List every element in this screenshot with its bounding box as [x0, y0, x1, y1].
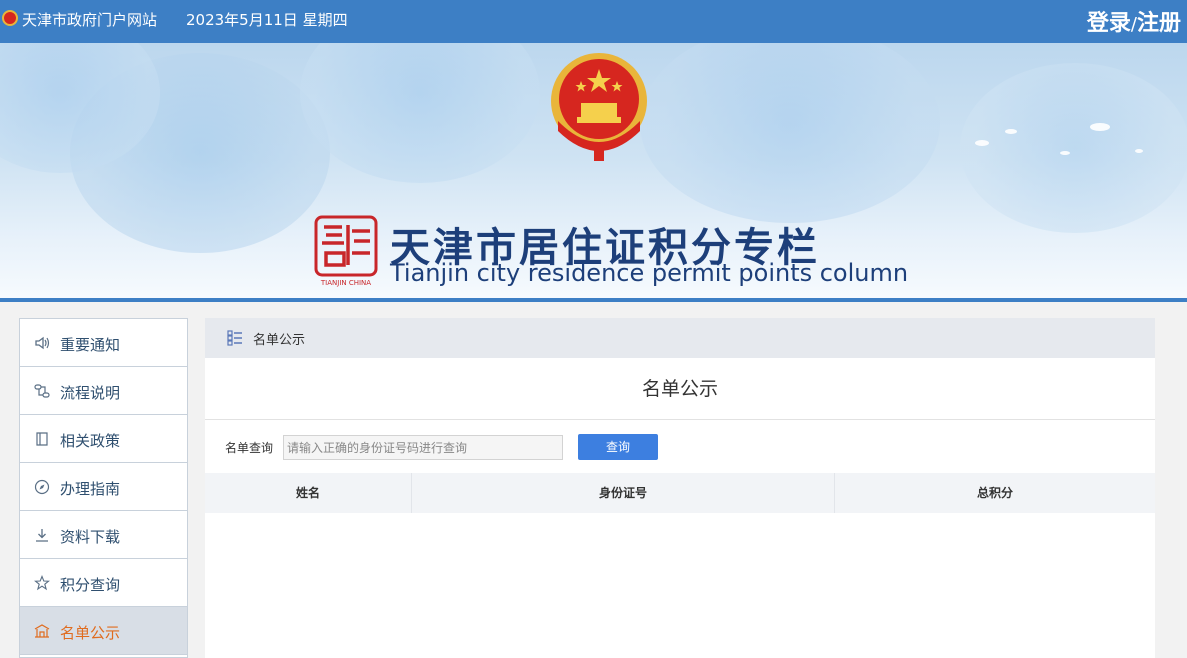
sidebar-item-important-notice[interactable]: 重要通知	[20, 319, 187, 367]
seal-caption: TIANJIN CHINA	[320, 279, 371, 287]
tianjin-seal-logo: TIANJIN CHINA	[314, 215, 378, 287]
sidebar-item-label: 资料下载	[60, 528, 121, 546]
search-bar: 名单查询 查询	[205, 430, 1155, 466]
list-icon	[227, 330, 242, 346]
download-icon	[34, 527, 50, 543]
breadcrumb-label: 名单公示	[253, 333, 306, 348]
current-date: 2023年5月11日 星期四	[186, 11, 348, 29]
sidebar-item-guide[interactable]: 办理指南	[20, 463, 187, 511]
sidebar-item-label: 办理指南	[60, 480, 121, 498]
bird-icon	[975, 140, 989, 146]
sidebar-item-label: 名单公示	[60, 624, 121, 642]
banner-flower	[300, 43, 540, 183]
banner-subtitle: Tianjin city residence permit points col…	[390, 259, 909, 287]
top-bar: 天津市政府门户网站 2023年5月11日 星期四 登录/注册	[0, 0, 1187, 43]
banner-flower	[960, 63, 1187, 233]
column-header-total-points: 总积分	[976, 486, 1013, 500]
building-icon	[34, 623, 50, 639]
login-link[interactable]: 登录	[1087, 11, 1131, 36]
star-icon	[34, 575, 50, 591]
breadcrumb: 名单公示	[205, 318, 1155, 358]
site-name-link[interactable]: 天津市政府门户网站	[22, 9, 157, 30]
column-header-name: 姓名	[205, 473, 412, 513]
bird-icon	[1060, 151, 1070, 155]
sidebar-item-list-publicity[interactable]: 名单公示	[20, 607, 187, 655]
emblem-small-icon	[2, 10, 18, 26]
bird-icon	[1005, 129, 1017, 134]
sidebar-item-label: 流程说明	[60, 384, 121, 402]
sidebar-item-download[interactable]: 资料下载	[20, 511, 187, 559]
sidebar-item-policy[interactable]: 相关政策	[20, 415, 187, 463]
login-register: 登录/注册	[1087, 5, 1181, 37]
table-header: 姓名 身份证号 总积分	[205, 473, 1155, 513]
sidebar-item-label: 积分查询	[60, 576, 121, 594]
id-search-input[interactable]	[283, 435, 563, 460]
compass-icon	[34, 479, 50, 495]
sidebar-item-label: 相关政策	[60, 432, 121, 450]
search-label: 名单查询	[225, 441, 274, 455]
banner: TIANJIN CHINA 天津市居住证积分专栏 Tianjin city re…	[0, 43, 1187, 302]
column-header-id-number: 身份证号	[412, 473, 835, 513]
register-link[interactable]: 注册	[1137, 11, 1181, 36]
sidebar-item-label: 重要通知	[60, 336, 121, 354]
page-title: 名单公示	[205, 358, 1155, 420]
bird-icon	[1090, 123, 1110, 131]
national-emblem-icon	[551, 53, 647, 161]
bird-icon	[1135, 149, 1143, 153]
sidebar-item-process[interactable]: 流程说明	[20, 367, 187, 415]
sidebar-nav: 重要通知 流程说明 相关政策 办理指南 资料下载 积分查询 名单公示	[19, 318, 188, 658]
flow-icon	[34, 383, 50, 399]
main-content: 名单公示 名单公示 名单查询 查询 姓名 身份证号 总积分	[205, 318, 1155, 658]
banner-divider	[0, 298, 1187, 302]
book-icon	[34, 431, 50, 447]
sidebar-item-points-query[interactable]: 积分查询	[20, 559, 187, 607]
search-button[interactable]: 查询	[578, 434, 658, 460]
speaker-icon	[34, 335, 50, 351]
banner-flower	[640, 43, 940, 223]
